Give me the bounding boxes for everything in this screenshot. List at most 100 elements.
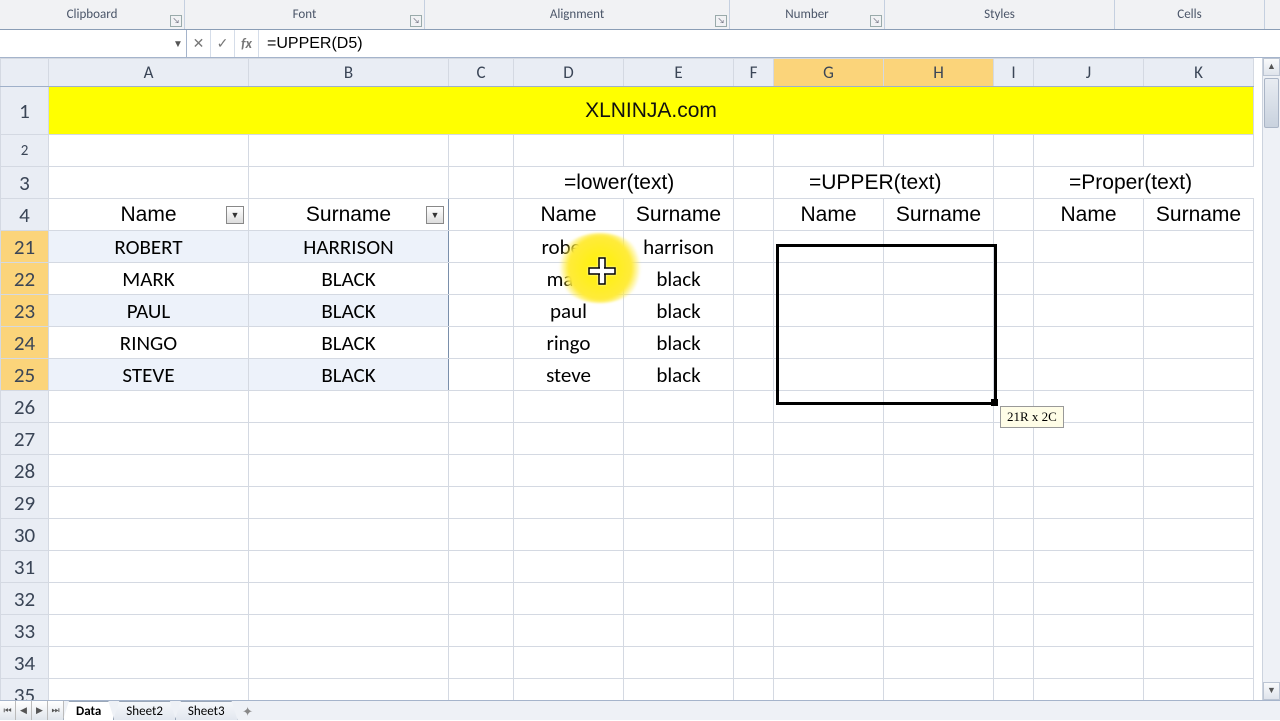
cell-A25[interactable]: STEVE [49,359,249,391]
col-header-K[interactable]: K [1144,59,1254,87]
col-header-D[interactable]: D [514,59,624,87]
header-name-G[interactable]: Name [774,199,884,231]
header-surname-E[interactable]: Surname [624,199,734,231]
tab-nav-buttons: ⏮ ◀ ▶ ⏭ [0,701,64,720]
cell-D23[interactable]: paul [514,295,624,327]
row-header-25[interactable]: 25 [1,359,49,391]
row-header-4[interactable]: 4 [1,199,49,231]
col-header-H[interactable]: H [884,59,994,87]
vertical-scrollbar[interactable]: ▲ ▼ [1262,58,1280,700]
row-header-2[interactable]: 2 [1,135,49,167]
cell-A22[interactable]: MARK [49,263,249,295]
row-header-22[interactable]: 22 [1,263,49,295]
table-row: 34 [1,647,1254,679]
row-header-26[interactable]: 26 [1,391,49,423]
scroll-down-icon[interactable]: ▼ [1263,682,1280,700]
sheet-tab-sheet3[interactable]: Sheet3 [175,701,238,720]
enter-icon[interactable]: ✓ [211,30,235,57]
row-header-33[interactable]: 33 [1,615,49,647]
scrollbar-thumb[interactable] [1264,78,1279,128]
cell-E21[interactable]: harrison [624,231,734,263]
proper-formula-label[interactable]: =Proper(text) [1034,167,1254,199]
col-header-F[interactable]: F [734,59,774,87]
cell-E25[interactable]: black [624,359,734,391]
cell-D24[interactable]: ringo [514,327,624,359]
row-header-34[interactable]: 34 [1,647,49,679]
col-header-G[interactable]: G [774,59,884,87]
group-label: Clipboard [67,7,118,22]
sheet-tab-sheet2[interactable]: Sheet2 [113,701,176,720]
formula-input[interactable] [259,30,1280,57]
cell-D25[interactable]: steve [514,359,624,391]
dialog-launcher-icon[interactable]: ↘ [170,15,182,27]
row-header-31[interactable]: 31 [1,551,49,583]
tab-nav-first-icon[interactable]: ⏮ [0,701,16,720]
cell-E23[interactable]: black [624,295,734,327]
select-all-corner[interactable] [1,59,49,87]
upper-formula-label[interactable]: =UPPER(text) [774,167,994,199]
sheet-tab-bar: ⏮ ◀ ▶ ⏭ Data Sheet2 Sheet3 ✦ [0,700,1280,720]
table-row: 27 [1,423,1254,455]
cell-A21[interactable]: ROBERT [49,231,249,263]
tab-nav-next-icon[interactable]: ▶ [32,701,48,720]
cancel-icon[interactable]: ✕ [187,30,211,57]
cell-A24[interactable]: RINGO [49,327,249,359]
filter-dropdown-icon[interactable]: ▼ [426,206,444,224]
spreadsheet-grid[interactable]: A B C D E F G H I J K 1 XLNINJA.com 2 3 … [0,58,1262,700]
cell-E22[interactable]: black [624,263,734,295]
cell-A23[interactable]: PAUL [49,295,249,327]
name-box-dropdown-icon[interactable]: ▼ [170,31,186,57]
cell-B21[interactable]: HARRISON [249,231,449,263]
cell-B22[interactable]: BLACK [249,263,449,295]
row-header-23[interactable]: 23 [1,295,49,327]
header-name-D[interactable]: Name [514,199,624,231]
cell-B25[interactable]: BLACK [249,359,449,391]
name-box[interactable] [0,31,170,57]
fx-icon[interactable]: fx [235,30,259,57]
header-surname-B[interactable]: Surname▼ [249,199,449,231]
cell-D22[interactable]: mark [514,263,624,295]
row-header-28[interactable]: 28 [1,455,49,487]
row-header-30[interactable]: 30 [1,519,49,551]
col-header-B[interactable]: B [249,59,449,87]
col-header-E[interactable]: E [624,59,734,87]
cell-E24[interactable]: black [624,327,734,359]
scroll-up-icon[interactable]: ▲ [1263,58,1280,76]
cell-B23[interactable]: BLACK [249,295,449,327]
row-header-24[interactable]: 24 [1,327,49,359]
ribbon-group-clipboard: Clipboard ↘ [0,0,185,29]
table-row: 31 [1,551,1254,583]
lower-formula-label[interactable]: =lower(text) [514,167,734,199]
header-name-J[interactable]: Name [1034,199,1144,231]
dialog-launcher-icon[interactable]: ↘ [715,15,727,27]
selection-size-tooltip: 21R x 2C [1000,406,1064,428]
row-header-29[interactable]: 29 [1,487,49,519]
filter-dropdown-icon[interactable]: ▼ [226,206,244,224]
cell-B24[interactable]: BLACK [249,327,449,359]
cell-D21[interactable]: robert [514,231,624,263]
table-row: 23 PAUL BLACK paul black [1,295,1254,327]
header-name-A[interactable]: Name▼ [49,199,249,231]
col-header-A[interactable]: A [49,59,249,87]
tab-nav-last-icon[interactable]: ⏭ [48,701,64,720]
dialog-launcher-icon[interactable]: ↘ [410,15,422,27]
table-row: 2 [1,135,1254,167]
new-sheet-icon[interactable]: ✦ [238,705,258,720]
col-header-I[interactable]: I [994,59,1034,87]
header-surname-K[interactable]: Surname [1144,199,1254,231]
table-row: 24 RINGO BLACK ringo black [1,327,1254,359]
col-header-J[interactable]: J [1034,59,1144,87]
dialog-launcher-icon[interactable]: ↘ [870,15,882,27]
row-header-21[interactable]: 21 [1,231,49,263]
sheet-tab-data[interactable]: Data [63,701,114,720]
row-header-1[interactable]: 1 [1,87,49,135]
row-header-32[interactable]: 32 [1,583,49,615]
col-header-C[interactable]: C [449,59,514,87]
row-header-27[interactable]: 27 [1,423,49,455]
banner-cell[interactable]: XLNINJA.com [49,87,1254,135]
tab-nav-prev-icon[interactable]: ◀ [16,701,32,720]
row-header-3[interactable]: 3 [1,167,49,199]
group-label: Cells [1177,7,1201,22]
header-surname-H[interactable]: Surname [884,199,994,231]
group-label: Alignment [550,7,604,22]
